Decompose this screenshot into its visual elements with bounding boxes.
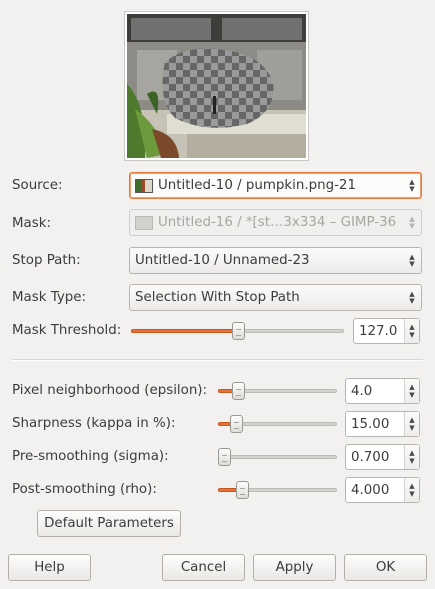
chevron-up-down-icon: ▲ ▼ — [409, 252, 415, 268]
pre-smoothing-value[interactable]: 0.700 — [346, 450, 404, 465]
slider-trough — [218, 455, 337, 459]
mask-type-combobox[interactable]: Selection With Stop Path ▲ ▼ — [129, 284, 422, 311]
source-label: Source: — [12, 178, 63, 193]
slider-handle[interactable] — [235, 481, 249, 499]
slider-handle[interactable] — [232, 382, 246, 400]
mask-threshold-value[interactable]: 127.0 — [354, 324, 404, 339]
mask-type-value: Selection With Stop Path — [135, 290, 300, 305]
apply-button[interactable]: Apply — [253, 554, 336, 581]
help-button[interactable]: Help — [8, 554, 91, 581]
separator — [12, 359, 423, 361]
post-smoothing-spinbox[interactable]: 4.000 ▲ ▼ — [345, 477, 420, 503]
mask-threshold-spinbox[interactable]: 127.0 ▲ ▼ — [353, 318, 420, 344]
pixel-neighborhood-value[interactable]: 4.0 — [346, 384, 404, 399]
sharpness-value[interactable]: 15.00 — [346, 417, 404, 432]
image-thumbnail-icon — [135, 178, 153, 193]
slider-handle[interactable] — [229, 415, 243, 433]
pre-smoothing-label: Pre-smoothing (sigma): — [12, 449, 169, 464]
spin-arrows-icon[interactable]: ▲ ▼ — [404, 445, 419, 469]
preview-svg — [127, 14, 306, 158]
cancel-button[interactable]: Cancel — [162, 554, 245, 581]
spin-arrows-icon[interactable]: ▲ ▼ — [404, 412, 419, 436]
stop-path-label: Stop Path: — [12, 253, 81, 268]
default-parameters-button[interactable]: Default Parameters — [37, 510, 181, 537]
spin-arrows-icon[interactable]: ▲ ▼ — [404, 319, 419, 343]
mask-type-label: Mask Type: — [12, 290, 87, 305]
mask-threshold-label: Mask Threshold: — [12, 323, 122, 338]
sharpness-slider[interactable] — [218, 413, 337, 435]
source-value: Untitled-10 / pumpkin.png-21 — [158, 178, 356, 193]
mask-value: Untitled-16 / *[st…3x334 – GIMP-36 — [158, 215, 397, 230]
pixel-neighborhood-slider[interactable] — [218, 380, 337, 402]
stop-path-value: Untitled-10 / Unnamed-23 — [135, 253, 310, 268]
spin-arrows-icon[interactable]: ▲ ▼ — [404, 478, 419, 502]
slider-handle[interactable] — [217, 448, 231, 466]
sharpness-spinbox[interactable]: 15.00 ▲ ▼ — [345, 411, 420, 437]
slider-fill — [131, 329, 238, 333]
pre-smoothing-spinbox[interactable]: 0.700 ▲ ▼ — [345, 444, 420, 470]
mask-threshold-slider[interactable] — [131, 320, 344, 342]
slider-handle[interactable] — [231, 322, 245, 340]
mask-label: Mask: — [12, 216, 52, 231]
sharpness-label: Sharpness (kappa in %): — [12, 416, 176, 431]
mask-combobox: Untitled-16 / *[st…3x334 – GIMP-36 ▲ ▼ — [129, 209, 422, 236]
image-thumbnail-icon — [135, 215, 153, 230]
chevron-up-down-icon: ▲ ▼ — [409, 289, 415, 305]
pixel-neighborhood-spinbox[interactable]: 4.0 ▲ ▼ — [345, 378, 420, 404]
chevron-up-down-icon: ▲ ▼ — [409, 214, 415, 230]
post-smoothing-label: Post-smoothing (rho): — [12, 482, 157, 497]
chevron-up-down-icon: ▲ ▼ — [409, 177, 415, 193]
post-smoothing-slider[interactable] — [218, 479, 337, 501]
pre-smoothing-slider[interactable] — [217, 446, 337, 468]
pixel-neighborhood-label: Pixel neighborhood (epsilon): — [12, 383, 208, 398]
image-preview — [124, 11, 309, 161]
spin-arrows-icon[interactable]: ▲ ▼ — [404, 379, 419, 403]
ok-button[interactable]: OK — [344, 554, 427, 581]
post-smoothing-value[interactable]: 4.000 — [346, 483, 404, 498]
pumpkin-preview-image — [127, 14, 306, 158]
stop-path-combobox[interactable]: Untitled-10 / Unnamed-23 ▲ ▼ — [129, 247, 422, 274]
source-combobox[interactable]: Untitled-10 / pumpkin.png-21 ▲ ▼ — [129, 172, 422, 199]
